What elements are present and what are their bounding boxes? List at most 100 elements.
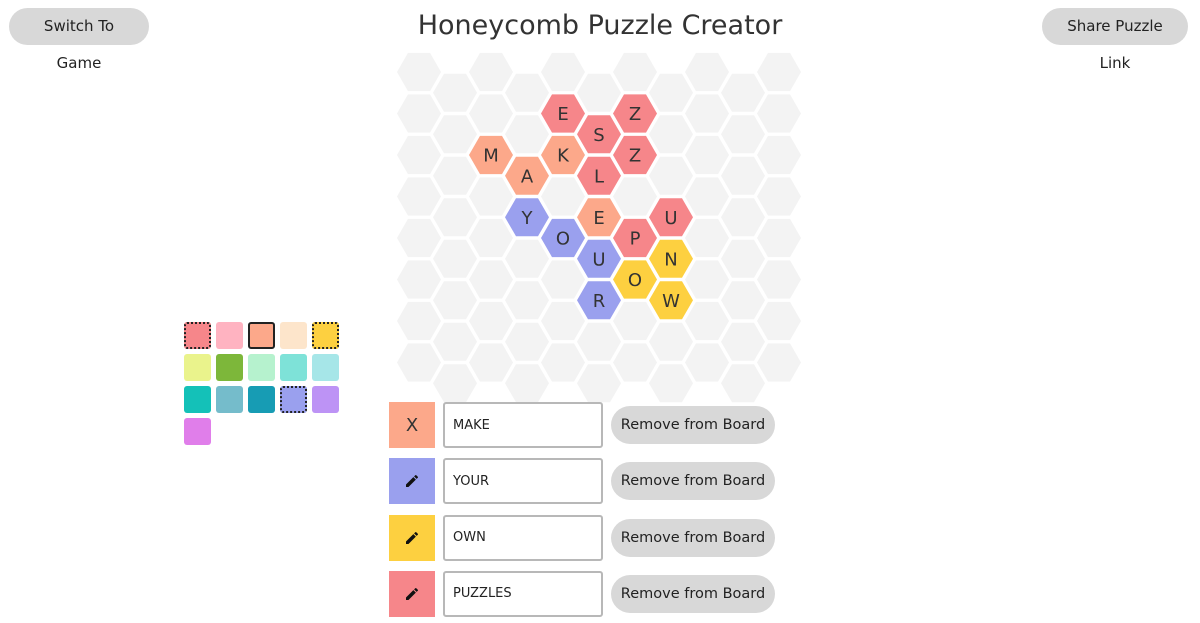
empty-hex-cell[interactable] xyxy=(433,239,477,278)
empty-hex-cell[interactable] xyxy=(577,364,621,403)
empty-hex-cell[interactable] xyxy=(469,343,513,382)
empty-hex-cell[interactable] xyxy=(505,364,549,403)
empty-hex-cell[interactable] xyxy=(685,260,729,299)
color-swatch[interactable] xyxy=(248,354,275,381)
empty-hex-cell[interactable] xyxy=(433,73,477,112)
empty-hex-cell[interactable] xyxy=(541,343,585,382)
empty-hex-cell[interactable] xyxy=(721,239,765,278)
empty-hex-cell[interactable] xyxy=(577,322,621,361)
edit-word-button[interactable] xyxy=(389,458,435,505)
empty-hex-cell[interactable] xyxy=(757,260,801,299)
empty-hex-cell[interactable] xyxy=(541,52,585,92)
empty-hex-cell[interactable] xyxy=(397,343,441,382)
color-swatch[interactable] xyxy=(312,322,339,349)
empty-hex-cell[interactable] xyxy=(613,301,657,341)
edit-word-button[interactable] xyxy=(389,514,435,561)
empty-hex-cell[interactable] xyxy=(469,52,513,92)
edit-word-button[interactable] xyxy=(389,570,435,617)
color-swatch[interactable] xyxy=(248,322,275,349)
empty-hex-cell[interactable] xyxy=(685,135,729,175)
empty-hex-cell[interactable] xyxy=(757,218,801,258)
empty-hex-cell[interactable] xyxy=(505,73,549,112)
empty-hex-cell[interactable] xyxy=(469,301,513,341)
color-swatch[interactable] xyxy=(312,386,339,413)
color-swatch[interactable] xyxy=(184,418,211,445)
letter-hex-tile[interactable]: R xyxy=(577,281,621,320)
empty-hex-cell[interactable] xyxy=(757,94,801,133)
empty-hex-cell[interactable] xyxy=(505,239,549,278)
word-input[interactable] xyxy=(443,514,603,561)
empty-hex-cell[interactable] xyxy=(721,364,765,403)
empty-hex-cell[interactable] xyxy=(397,260,441,299)
letter-hex-tile[interactable]: O xyxy=(613,260,657,299)
empty-hex-cell[interactable] xyxy=(757,343,801,382)
letter-hex-tile[interactable]: A xyxy=(505,156,549,195)
letter-hex-tile[interactable]: M xyxy=(469,135,513,175)
empty-hex-cell[interactable] xyxy=(685,52,729,92)
empty-hex-cell[interactable] xyxy=(541,301,585,341)
empty-hex-cell[interactable] xyxy=(397,301,441,341)
empty-hex-cell[interactable] xyxy=(397,52,441,92)
remove-from-board-button[interactable]: Remove from Board xyxy=(611,574,775,613)
empty-hex-cell[interactable] xyxy=(721,156,765,195)
empty-hex-cell[interactable] xyxy=(685,218,729,258)
letter-hex-tile[interactable]: U xyxy=(577,239,621,278)
letter-hex-tile[interactable]: S xyxy=(577,115,621,154)
empty-hex-cell[interactable] xyxy=(757,135,801,175)
remove-from-board-button[interactable]: Remove from Board xyxy=(611,518,775,557)
empty-hex-cell[interactable] xyxy=(721,198,765,237)
empty-hex-cell[interactable] xyxy=(397,177,441,216)
color-swatch[interactable] xyxy=(216,322,243,349)
empty-hex-cell[interactable] xyxy=(613,52,657,92)
share-puzzle-link-button[interactable]: Share Puzzle Link xyxy=(1042,8,1188,72)
empty-hex-cell[interactable] xyxy=(649,115,693,154)
color-swatch[interactable] xyxy=(248,386,275,413)
color-swatch[interactable] xyxy=(312,354,339,381)
letter-hex-tile[interactable]: Y xyxy=(505,198,549,237)
empty-hex-cell[interactable] xyxy=(721,115,765,154)
word-input[interactable] xyxy=(443,570,603,617)
empty-hex-cell[interactable] xyxy=(685,94,729,133)
empty-hex-cell[interactable] xyxy=(757,177,801,216)
empty-hex-cell[interactable] xyxy=(433,364,477,403)
color-swatch[interactable] xyxy=(216,386,243,413)
empty-hex-cell[interactable] xyxy=(649,322,693,361)
letter-hex-tile[interactable]: L xyxy=(577,156,621,195)
empty-hex-cell[interactable] xyxy=(397,94,441,133)
empty-hex-cell[interactable] xyxy=(541,260,585,299)
empty-hex-cell[interactable] xyxy=(649,364,693,403)
empty-hex-cell[interactable] xyxy=(433,198,477,237)
empty-hex-cell[interactable] xyxy=(649,156,693,195)
letter-hex-tile[interactable]: E xyxy=(541,94,585,133)
letter-hex-tile[interactable]: E xyxy=(577,198,621,237)
color-swatch[interactable] xyxy=(216,354,243,381)
empty-hex-cell[interactable] xyxy=(397,218,441,258)
color-swatch[interactable] xyxy=(280,386,307,413)
empty-hex-cell[interactable] xyxy=(685,343,729,382)
letter-hex-tile[interactable]: Z xyxy=(613,135,657,175)
empty-hex-cell[interactable] xyxy=(433,115,477,154)
remove-from-board-button[interactable]: Remove from Board xyxy=(611,462,775,501)
empty-hex-cell[interactable] xyxy=(469,177,513,216)
empty-hex-cell[interactable] xyxy=(433,322,477,361)
empty-hex-cell[interactable] xyxy=(685,177,729,216)
empty-hex-cell[interactable] xyxy=(469,260,513,299)
empty-hex-cell[interactable] xyxy=(469,218,513,258)
empty-hex-cell[interactable] xyxy=(721,281,765,320)
letter-hex-tile[interactable]: O xyxy=(541,218,585,258)
empty-hex-cell[interactable] xyxy=(685,301,729,341)
empty-hex-cell[interactable] xyxy=(397,135,441,175)
color-swatch[interactable] xyxy=(280,322,307,349)
word-input[interactable] xyxy=(443,402,603,448)
letter-hex-tile[interactable]: K xyxy=(541,135,585,175)
word-input[interactable] xyxy=(443,458,603,505)
letter-hex-tile[interactable]: W xyxy=(649,281,693,320)
color-swatch[interactable] xyxy=(280,354,307,381)
empty-hex-cell[interactable] xyxy=(721,73,765,112)
empty-hex-cell[interactable] xyxy=(757,52,801,92)
empty-hex-cell[interactable] xyxy=(649,73,693,112)
empty-hex-cell[interactable] xyxy=(613,343,657,382)
empty-hex-cell[interactable] xyxy=(757,301,801,341)
letter-hex-tile[interactable]: P xyxy=(613,218,657,258)
empty-hex-cell[interactable] xyxy=(541,177,585,216)
